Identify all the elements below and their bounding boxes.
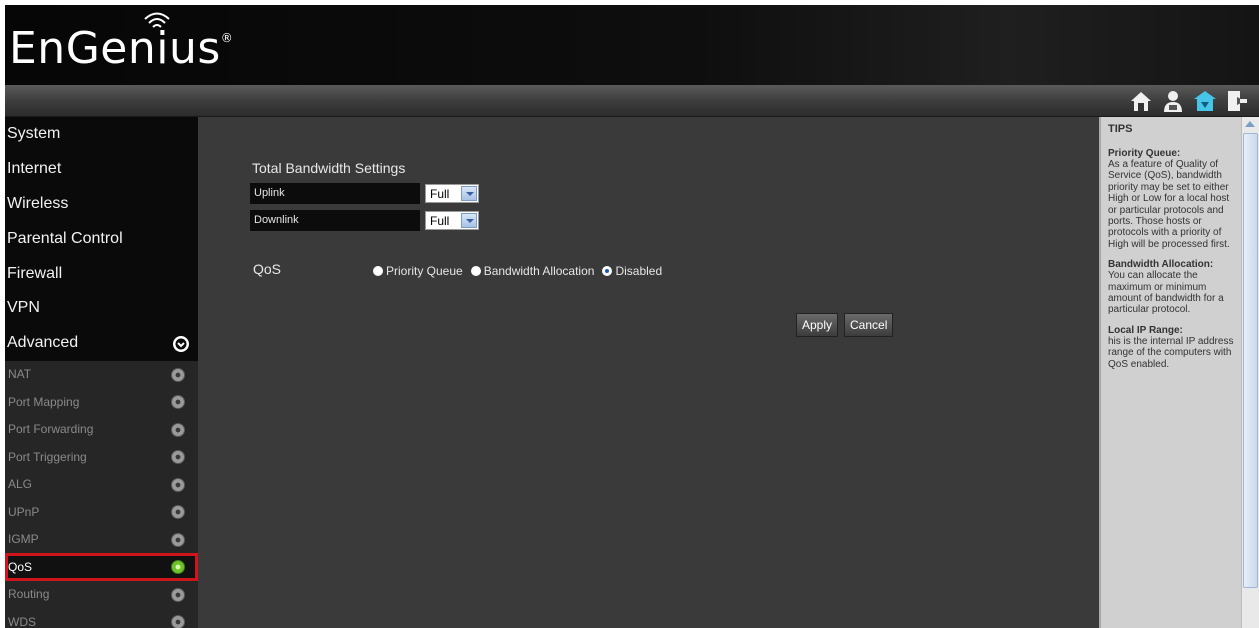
sidebar-subitem-label: Port Triggering [8, 449, 87, 464]
sidebar-subitem-label: UPnP [8, 504, 40, 519]
downlink-row: Downlink Full [250, 210, 479, 231]
tip-heading: Local IP Range: [1108, 324, 1183, 336]
radio-disabled[interactable] [602, 266, 613, 276]
sidebar-item-wireless[interactable]: Wireless [5, 187, 198, 222]
tip-body: his is the internal IP address range of … [1108, 335, 1234, 370]
chevron-down-circle-icon[interactable] [172, 335, 190, 353]
sidebar-subitem-label: QoS [8, 559, 33, 574]
apply-button[interactable]: Apply [796, 313, 839, 337]
scroll-thumb[interactable] [1243, 133, 1258, 588]
status-dot-icon [171, 532, 185, 547]
status-dot-icon [171, 505, 185, 520]
sidebar-subitem-nat[interactable]: NAT [5, 361, 198, 389]
advanced-submenu: NAT Port Mapping Port Forwarding Port Tr… [5, 360, 198, 628]
sidebar-item-label: Internet [7, 160, 62, 178]
sidebar-item-internet[interactable]: Internet [5, 152, 198, 187]
registered-mark: ® [220, 31, 234, 45]
top-toolbar [5, 85, 1259, 117]
scroll-up-icon[interactable] [1245, 121, 1255, 127]
tip-heading: Priority Queue: [1108, 148, 1181, 159]
sidebar-item-advanced[interactable]: Advanced [5, 326, 198, 361]
sidebar-subitem-port-triggering[interactable]: Port Triggering [5, 443, 198, 471]
tips-title: TIPS [1108, 123, 1133, 135]
sidebar-item-label: Advanced [7, 334, 79, 352]
sidebar-item-label: Wireless [7, 194, 69, 212]
sidebar-subitem-alg[interactable]: ALG [5, 471, 198, 499]
user-icon[interactable] [1161, 89, 1185, 113]
sidebar-item-firewall[interactable]: Firewall [5, 256, 198, 291]
setup-wizard-icon[interactable] [1193, 89, 1217, 113]
radio-label: Priority Queue [386, 264, 463, 278]
downlink-select[interactable]: Full [425, 211, 479, 230]
chevron-down-icon[interactable] [461, 213, 477, 228]
tip-body: You can allocate the maximum or minimum … [1108, 270, 1224, 316]
cancel-button[interactable]: Cancel [844, 313, 894, 337]
qos-label: QoS [253, 261, 282, 277]
sidebar-item-label: VPN [7, 299, 40, 317]
active-status-dot-icon [171, 560, 185, 575]
status-dot-icon [171, 477, 185, 492]
uplink-row: Uplink Full [250, 183, 479, 204]
tip-body: As a feature of Quality of Service (QoS)… [1108, 159, 1230, 250]
tips-scrollbar[interactable] [1241, 117, 1259, 628]
qos-radio-group: Priority Queue Bandwidth Allocation Disa… [373, 264, 670, 278]
router-admin-window: EnGenius® System Internet Wireless Paren… [5, 5, 1259, 628]
downlink-select-value: Full [430, 214, 450, 228]
sidebar-item-label: Parental Control [7, 229, 123, 247]
tip-heading: Bandwidth Allocation: [1108, 259, 1214, 271]
sidebar-subitem-label: NAT [8, 367, 32, 382]
tips-panel: TIPS Priority Queue: As a feature of Qua… [1099, 117, 1241, 628]
radio-priority-queue[interactable] [373, 266, 383, 276]
uplink-select-value: Full [430, 187, 450, 201]
wifi-logo-icon [144, 12, 170, 28]
sidebar-item-label: Firewall [7, 264, 63, 282]
sidebar-item-label: System [7, 125, 61, 143]
sidebar-subitem-wds[interactable]: WDS [5, 608, 198, 628]
sidebar-subitem-label: Port Mapping [8, 394, 80, 409]
sidebar-subitem-qos[interactable]: QoS [5, 553, 198, 581]
status-dot-icon [171, 367, 185, 382]
qos-option-disabled[interactable]: Disabled [602, 264, 662, 278]
sidebar-subitem-upnp[interactable]: UPnP [5, 498, 198, 526]
main-content: Total Bandwidth Settings Uplink Full Dow… [198, 117, 1099, 628]
downlink-label: Downlink [250, 210, 420, 231]
status-dot-icon [171, 450, 185, 465]
qos-option-bandwidth-allocation[interactable]: Bandwidth Allocation [470, 264, 595, 278]
sidebar-nav: System Internet Wireless Parental Contro… [5, 117, 198, 628]
sidebar-subitem-igmp[interactable]: IGMP [5, 526, 198, 554]
radio-label: Bandwidth Allocation [483, 264, 595, 278]
sidebar-subitem-label: Routing [8, 587, 50, 602]
uplink-select[interactable]: Full [425, 184, 479, 203]
status-dot-icon [171, 587, 185, 602]
radio-label: Disabled [615, 264, 663, 278]
radio-bandwidth-allocation[interactable] [470, 266, 481, 276]
home-icon[interactable] [1129, 89, 1153, 113]
sidebar-subitem-routing[interactable]: Routing [5, 581, 198, 609]
sidebar-subitem-port-mapping[interactable]: Port Mapping [5, 388, 198, 416]
logout-icon[interactable] [1225, 89, 1249, 113]
sidebar-subitem-label: WDS [8, 614, 36, 628]
sidebar-subitem-label: Port Forwarding [8, 422, 94, 437]
chevron-down-icon[interactable] [461, 186, 477, 201]
brand-name: EnGenius [9, 23, 221, 74]
status-dot-icon [171, 422, 185, 437]
brand-logo: EnGenius® [9, 23, 233, 74]
uplink-label: Uplink [250, 183, 420, 204]
status-dot-icon [171, 615, 185, 628]
sidebar-subitem-label: ALG [8, 477, 33, 492]
sidebar-item-vpn[interactable]: VPN [5, 291, 198, 326]
status-dot-icon [171, 395, 185, 410]
sidebar-subitem-label: IGMP [8, 532, 39, 547]
sidebar-item-parental-control[interactable]: Parental Control [5, 221, 198, 256]
header-banner: EnGenius® [5, 5, 1259, 85]
sidebar-item-system[interactable]: System [5, 117, 198, 152]
sidebar-subitem-port-forwarding[interactable]: Port Forwarding [5, 416, 198, 444]
section-title: Total Bandwidth Settings [252, 160, 406, 176]
qos-option-priority-queue[interactable]: Priority Queue [373, 264, 463, 278]
